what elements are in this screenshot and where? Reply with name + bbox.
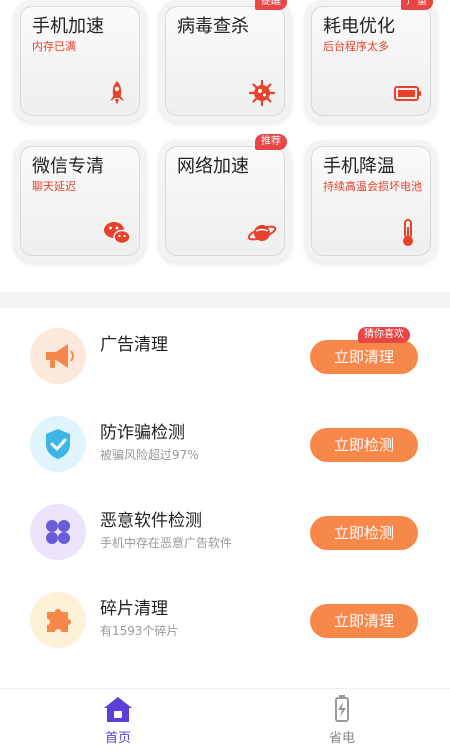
- tab-label: 省电: [328, 731, 355, 746]
- card-phone-cooling[interactable]: 手机降温 持续高温会损坏电池: [305, 140, 437, 262]
- list-item-malware-check: 恶意软件检测 手机中存在恶意广告软件 立即检测: [0, 490, 450, 578]
- card-network-boost[interactable]: 推荐 网络加速: [159, 134, 291, 262]
- item-title: 防诈骗检测: [100, 423, 185, 443]
- card-wechat-clean[interactable]: 微信专清 聊天延迟: [14, 140, 146, 262]
- card-title: 耗电优化: [323, 16, 395, 37]
- card-subtitle: 后台程序太多: [323, 40, 389, 53]
- card-title: 微信专清: [32, 156, 104, 177]
- card-phone-boost[interactable]: 手机加速 内存已满: [14, 0, 146, 122]
- card-title: 病毒查杀: [177, 16, 249, 37]
- card-title: 网络加速: [177, 156, 249, 177]
- item-title: 碎片清理: [100, 599, 168, 619]
- item-title: 恶意软件检测: [100, 511, 202, 531]
- tab-power-save[interactable]: 省电: [282, 689, 402, 756]
- card-subtitle: 聊天延迟: [32, 180, 76, 193]
- card-virus-scan[interactable]: 提醒 病毒查杀: [159, 0, 291, 122]
- clean-now-button[interactable]: 立即清理: [310, 340, 418, 374]
- feature-grid: 手机加速 内存已满 提醒 病毒查杀 严重 耗电优化 后台程序太多 微信专清 聊天…: [0, 0, 450, 292]
- section-divider: [0, 292, 450, 308]
- item-subtitle: 被骗风险超过97%: [100, 448, 199, 462]
- tab-label: 首页: [104, 731, 131, 746]
- virus-icon: [248, 79, 276, 107]
- clover-icon: [30, 504, 86, 560]
- card-subtitle: 持续高温会损坏电池: [323, 180, 422, 193]
- megaphone-icon: [30, 328, 86, 384]
- thermometer-icon: [403, 219, 413, 246]
- puzzle-icon: [30, 592, 86, 648]
- rocket-icon: [110, 81, 124, 105]
- card-power-optimize[interactable]: 严重 耗电优化 后台程序太多: [305, 0, 437, 122]
- wechat-icon: [104, 222, 131, 245]
- battery-icon: [394, 86, 421, 101]
- list-item-fragment-clean: 碎片清理 有1593个碎片 立即清理: [0, 578, 450, 666]
- list-item-ad-clean: 广告清理 立即清理 猜你喜欢: [0, 314, 450, 402]
- card-badge: 推荐: [255, 134, 287, 150]
- shield-icon: [30, 416, 86, 472]
- item-title: 广告清理: [100, 335, 168, 355]
- card-badge: 提醒: [255, 0, 287, 10]
- card-subtitle: 内存已满: [32, 40, 76, 53]
- item-subtitle: 手机中存在恶意广告软件: [100, 536, 233, 550]
- battery-charge-icon: [335, 695, 349, 722]
- check-now-button[interactable]: 立即检测: [310, 516, 418, 550]
- tab-home[interactable]: 首页: [58, 689, 178, 756]
- recommend-tag: 猜你喜欢: [358, 327, 410, 343]
- clean-now-button[interactable]: 立即清理: [310, 604, 418, 638]
- check-now-button[interactable]: 立即检测: [310, 428, 418, 462]
- home-icon: [104, 697, 132, 722]
- card-badge: 严重: [401, 0, 433, 10]
- card-title: 手机加速: [32, 16, 104, 37]
- bottom-tab-bar: 首页 省电: [0, 688, 450, 756]
- card-title: 手机降温: [323, 156, 395, 177]
- planet-icon: [247, 225, 277, 241]
- list-item-fraud-check: 防诈骗检测 被骗风险超过97% 立即检测: [0, 402, 450, 490]
- item-subtitle: 有1593个碎片: [100, 624, 179, 638]
